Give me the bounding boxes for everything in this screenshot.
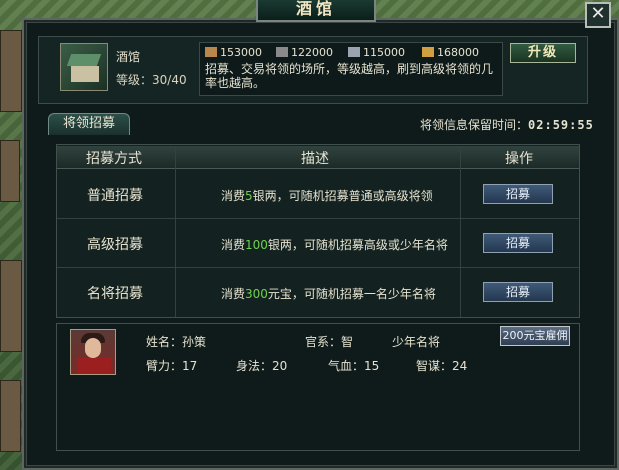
recruit-advanced-button[interactable]: 招募 (483, 233, 553, 253)
row-divider (57, 267, 579, 268)
upgrade-button[interactable]: 升级 (510, 43, 576, 63)
stat-strength: 臂力：17 (146, 359, 198, 373)
world-building (0, 30, 22, 112)
resource-grain: 168000 (422, 46, 479, 59)
tavern-building-icon (60, 43, 108, 91)
general-name: 姓名：孙策 (146, 335, 207, 349)
stat-vitality: 气血：15 (328, 359, 380, 373)
tab-recruit-generals[interactable]: 将领招募 (48, 113, 130, 135)
resource-wood: 153000 (205, 46, 262, 59)
general-faction: 官系：智 (305, 335, 354, 349)
close-button[interactable]: ✕ (585, 2, 611, 28)
row-divider (57, 218, 579, 219)
resource-stone: 122000 (276, 46, 333, 59)
grain-icon (422, 47, 434, 57)
column-divider (175, 146, 176, 317)
recruit-desc-famous: 消费300元宝，可随机招募一名少年名将 (221, 287, 436, 301)
recruit-desc-advanced: 消费100银两，可随机招募高级或少年名将 (221, 238, 448, 252)
recruit-normal-button[interactable]: 招募 (483, 184, 553, 204)
building-description: 招募、交易将领的场所，等级越高，刷到高级将领的几率也越高。 (205, 62, 494, 90)
general-portrait (70, 329, 116, 375)
stat-intelligence: 智谋：24 (416, 359, 468, 373)
recruit-method-famous: 名将招募 (87, 286, 143, 302)
hire-general-button[interactable]: 200元宝雇佣 (500, 326, 570, 346)
stat-agility: 身法：20 (236, 359, 288, 373)
recruit-desc-normal: 消费5银两，可随机招募普通或高级将领 (221, 189, 433, 203)
recruit-famous-button[interactable]: 招募 (483, 282, 553, 302)
general-rank: 少年名将 (392, 335, 441, 349)
resource-iron: 115000 (348, 46, 405, 59)
world-building (0, 260, 22, 352)
building-name: 酒馆 (116, 50, 141, 64)
window-title: 酒馆 (256, 0, 376, 22)
header-action: 操作 (505, 151, 533, 167)
column-divider (460, 146, 461, 317)
info-retention-timer: 将领信息保留时间：02:59:55 (420, 118, 594, 132)
header-method: 招募方式 (86, 151, 142, 167)
recruit-method-advanced: 高级招募 (87, 237, 143, 253)
world-building (0, 380, 21, 452)
iron-icon (348, 47, 360, 57)
world-building (0, 140, 20, 202)
recruit-method-normal: 普通招募 (87, 188, 143, 204)
wood-icon (205, 47, 217, 57)
building-level: 等级：30/40 (116, 73, 187, 87)
header-description: 描述 (301, 151, 329, 167)
stone-icon (276, 47, 288, 57)
